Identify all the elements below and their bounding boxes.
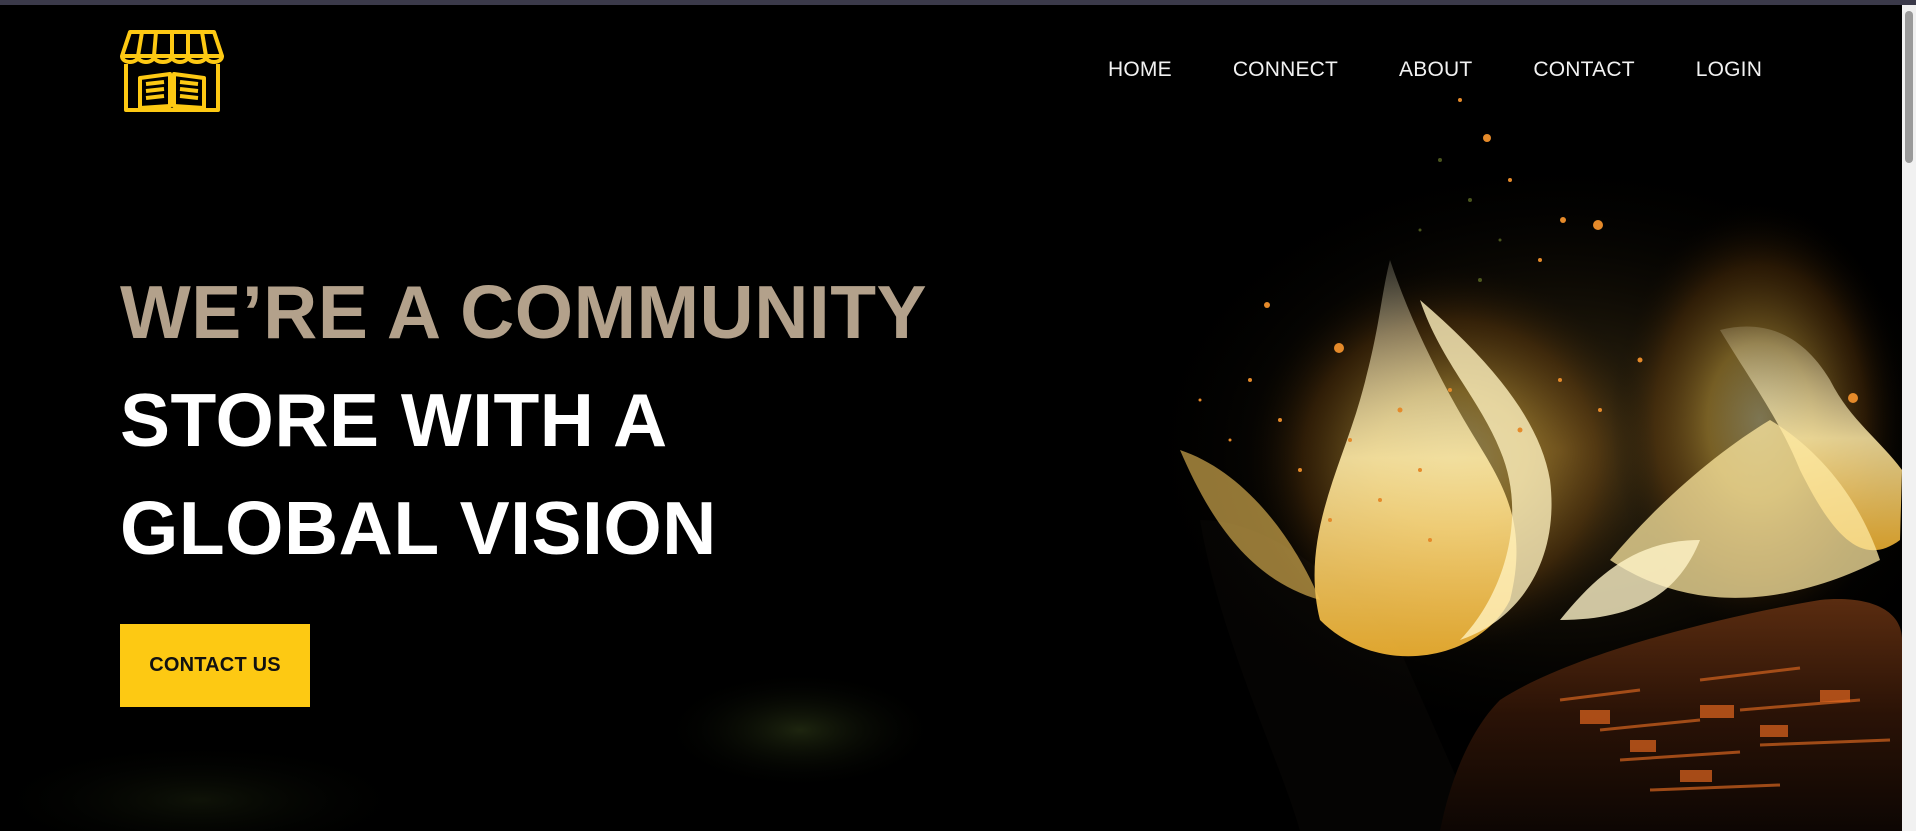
contact-us-button[interactable]: CONTACT US [120, 624, 310, 707]
nav-home-link[interactable]: HOME [1108, 56, 1172, 84]
nav-contact-link[interactable]: CONTACT [1533, 56, 1634, 84]
nav-login-link[interactable]: LOGIN [1696, 56, 1762, 84]
page-scrollbar[interactable] [1902, 5, 1916, 831]
hero-headline-line-3: GLOBAL VISION [120, 486, 717, 570]
hero-headline: WE’RE A COMMUNITY STORE WITH A GLOBAL VI… [120, 258, 927, 582]
bookstore-logo-icon[interactable] [120, 28, 224, 114]
main-nav: HOME CONNECT ABOUT CONTACT LOGIN [1080, 56, 1762, 84]
hero-headline-line-1: WE’RE A COMMUNITY [120, 270, 928, 354]
nav-connect-link[interactable]: CONNECT [1233, 56, 1338, 84]
page: HOME CONNECT ABOUT CONTACT LOGIN WE’RE A… [0, 0, 1916, 831]
browser-top-strip [0, 0, 1916, 5]
hero-headline-line-2: STORE WITH A [120, 378, 668, 462]
nav-about-link[interactable]: ABOUT [1399, 56, 1472, 84]
scrollbar-thumb[interactable] [1905, 11, 1913, 163]
